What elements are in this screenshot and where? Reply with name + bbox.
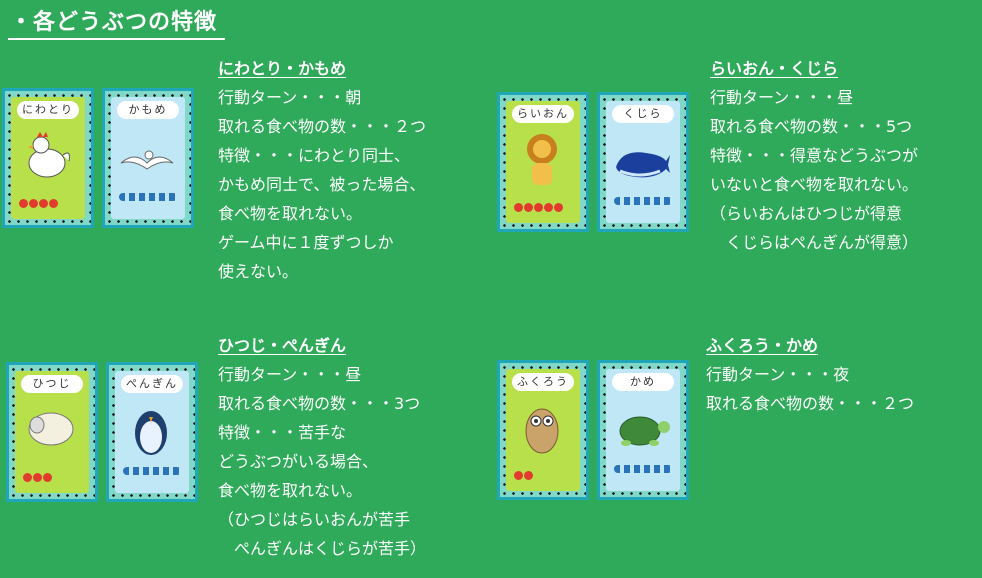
- section-heading: にわとり・かもめ: [218, 59, 347, 78]
- trait-line: 取れる食べ物の数・・・5つ: [710, 117, 913, 136]
- trait-line: ゲーム中に１度ずつしか: [218, 233, 394, 252]
- trait-line: くじらはぺんぎんが得意）: [710, 233, 919, 252]
- card-label: ふくろう: [512, 373, 574, 391]
- trait-line: （ひつじはらいおんが苦手: [218, 510, 411, 529]
- trait-line: 行動ターン・・・昼: [218, 365, 362, 384]
- trait-line: （らいおんはひつじが得意: [710, 204, 903, 223]
- card-lion: らいおん: [497, 92, 589, 232]
- trait-line: 食べ物を取れない。: [218, 204, 363, 223]
- section-heading: ひつじ・ぺんぎん: [218, 336, 347, 355]
- card-whale: くじら: [597, 92, 689, 232]
- trait-line: どうぶつがいる場合、: [218, 452, 379, 471]
- card-seagull: かもめ: [102, 88, 194, 228]
- chicken-icon: [28, 132, 70, 178]
- page-title: ・各どうぶつの特徴: [8, 4, 226, 40]
- card-label: かもめ: [117, 101, 179, 119]
- card-penguin: ぺんぎん: [106, 362, 198, 502]
- section-heading: らいおん・くじら: [710, 59, 839, 78]
- trait-line: 特徴・・・得意などうぶつが: [710, 146, 919, 165]
- section-sheep-penguin: ひつじ・ぺんぎん 行動ターン・・・昼 取れる食べ物の数・・・3つ 特徴・・・苦手…: [218, 331, 426, 563]
- whale-icon: [616, 152, 670, 178]
- card-label: ひつじ: [21, 375, 83, 393]
- card-sheep: ひつじ: [6, 362, 98, 502]
- lion-icon: [527, 134, 557, 185]
- trait-line: 取れる食べ物の数・・・２つ: [706, 394, 915, 413]
- section-lion-whale: らいおん・くじら 行動ターン・・・昼 取れる食べ物の数・・・5つ 特徴・・・得意…: [710, 54, 918, 257]
- section-heading: ふくろう・かめ: [706, 336, 819, 355]
- apple-row: [19, 193, 59, 208]
- wave-row: [123, 467, 181, 475]
- trait-line: 取れる食べ物の数・・・3つ: [218, 394, 421, 413]
- section-chicken-seagull: にわとり・かもめ 行動ターン・・・朝 取れる食べ物の数・・・２つ 特徴・・・にわ…: [218, 54, 426, 286]
- trait-line: 行動ターン・・・昼: [710, 88, 854, 107]
- trait-line: 行動ターン・・・夜: [706, 365, 850, 384]
- apple-row: [514, 465, 534, 480]
- card-label: らいおん: [512, 105, 574, 123]
- card-chicken: にわとり: [2, 88, 94, 228]
- wave-row: [614, 465, 672, 473]
- card-label: にわとり: [17, 101, 79, 119]
- trait-line: いないと食べ物を取れない。: [710, 175, 919, 194]
- card-label: ぺんぎん: [121, 375, 183, 393]
- seagull-icon: [120, 150, 174, 170]
- card-turtle: かめ: [597, 360, 689, 500]
- turtle-icon: [619, 416, 670, 446]
- trait-line: 特徴・・・苦手な: [218, 423, 347, 442]
- apple-row: [514, 197, 564, 212]
- trait-line: 特徴・・・にわとり同士、: [218, 146, 411, 165]
- trait-line: かもめ同士で、被った場合、: [218, 175, 426, 194]
- wave-row: [614, 197, 672, 205]
- trait-line: 取れる食べ物の数・・・２つ: [218, 117, 427, 136]
- penguin-icon: [135, 411, 167, 455]
- apple-row: [23, 467, 53, 482]
- card-label: かめ: [612, 373, 674, 391]
- card-label: くじら: [612, 105, 674, 123]
- sheep-icon: [28, 412, 74, 446]
- card-owl: ふくろう: [497, 360, 589, 500]
- wave-row: [119, 193, 177, 201]
- trait-line: 行動ターン・・・朝: [218, 88, 362, 107]
- trait-line: 使えない。: [218, 262, 299, 281]
- trait-line: 食べ物を取れない。: [218, 481, 363, 500]
- trait-line: ぺんぎんはくじらが苦手）: [218, 539, 427, 558]
- owl-icon: [525, 408, 559, 454]
- section-owl-turtle: ふくろう・かめ 行動ターン・・・夜 取れる食べ物の数・・・２つ: [706, 331, 914, 418]
